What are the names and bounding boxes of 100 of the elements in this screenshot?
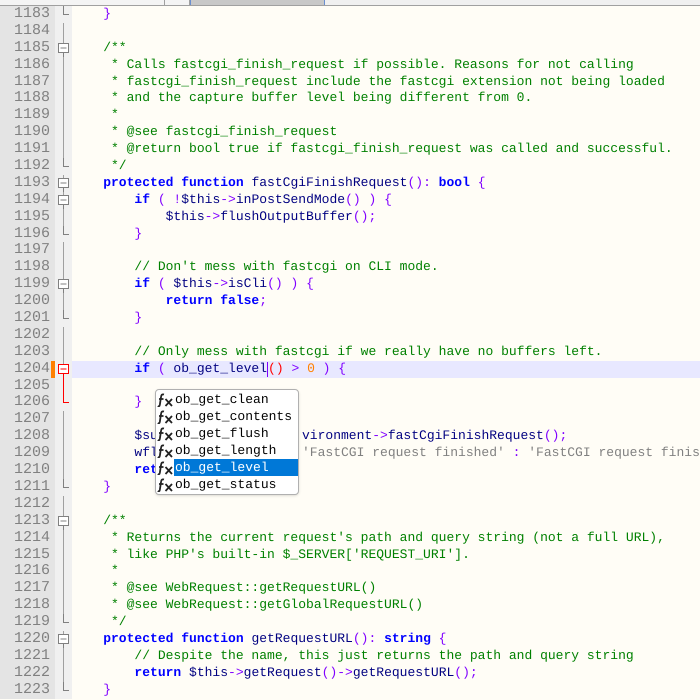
- code-token: (: [156, 360, 167, 378]
- code-token: ()->: [322, 664, 353, 682]
- fold-end-icon: [63, 226, 69, 235]
- code-token: ->: [204, 208, 220, 226]
- code-token: }: [133, 310, 142, 327]
- code-token: $this: [188, 664, 228, 682]
- code-comment: /**: [102, 40, 127, 57]
- code-token: ->: [220, 192, 236, 209]
- line-number: 1208: [14, 428, 50, 446]
- code-token: return false: [164, 293, 260, 310]
- code-token: if: [133, 276, 150, 294]
- code-comment: * @see fastcgi_finish_request: [110, 124, 338, 142]
- line-number: 1186: [14, 56, 50, 74]
- code-token: ():: [407, 174, 431, 192]
- code-token: ->: [372, 428, 388, 446]
- autocomplete-item[interactable]: ob_get_status: [157, 476, 298, 493]
- line-number: 1197: [14, 242, 50, 260]
- autocomplete-item[interactable]: ob_get_clean: [157, 391, 298, 408]
- code-token: ();: [352, 208, 376, 226]
- line-number: 1221: [14, 648, 50, 665]
- code-comment: * @return bool true if fastcgi_finish_request was called and successful.: [110, 141, 673, 158]
- code-token: return: [133, 664, 182, 682]
- code-token: wfl: [133, 445, 158, 462]
- line-number: 1220: [14, 630, 50, 648]
- code-token: 'FastCGI request finis: [528, 445, 700, 462]
- code-token: (): [268, 360, 284, 378]
- code-token: getRequest: [244, 664, 322, 682]
- editor-tab[interactable]: [165, 0, 190, 5]
- function-icon: [157, 478, 173, 492]
- line-number: 1200: [14, 293, 50, 310]
- code-comment: *: [110, 563, 119, 580]
- fold-end-icon: [63, 6, 69, 15]
- code-token: ;: [259, 293, 268, 310]
- line-number: 1216: [14, 563, 50, 580]
- fold-toggle-icon[interactable]: [58, 630, 69, 648]
- line-number: 1188: [14, 90, 50, 108]
- autocomplete-item[interactable]: ob_get_length: [157, 442, 298, 459]
- line-number: 1189: [14, 107, 50, 124]
- code-token: }: [102, 478, 112, 496]
- code-token: }: [133, 226, 142, 242]
- code-token: getRequestURL: [352, 664, 454, 682]
- line-number: 1192: [14, 158, 50, 175]
- code-comment: // Don't mess with fastcgi on CLI mode.: [133, 259, 439, 276]
- fold-toggle-icon[interactable]: [58, 360, 69, 378]
- line-number: 1219: [14, 614, 50, 631]
- code-token: 'FastCGI request finished': [302, 445, 505, 462]
- line-number: 1212: [14, 496, 50, 513]
- code-comment: */: [110, 614, 127, 631]
- code-token: ->: [228, 664, 244, 682]
- code-comment: * @see WebRequest::getRequestURL(): [110, 580, 376, 598]
- code-token: if: [133, 360, 150, 378]
- code-comment: * fastcgi_finish_request include the fastcgi extension not being loaded: [110, 74, 665, 90]
- fold-end-icon: [63, 310, 69, 320]
- fold-toggle-icon[interactable]: [58, 174, 69, 192]
- code-token: function: [180, 630, 244, 648]
- line-number: 1193: [14, 174, 50, 192]
- code-token: string: [383, 630, 431, 648]
- autocomplete-item[interactable]: ob_get_contents: [157, 408, 298, 425]
- line-number: 1187: [14, 74, 50, 90]
- line-number: 1183: [14, 6, 50, 23]
- fold-toggle-icon[interactable]: [58, 40, 69, 57]
- function-icon: [157, 392, 173, 406]
- code-comment: // Only mess with fastcgi if we really have no buffers left.: [133, 344, 602, 361]
- line-number: 1202: [14, 326, 50, 344]
- code-token: $this: [164, 208, 205, 226]
- line-number: 1196: [14, 226, 50, 242]
- code-token: :: [512, 445, 522, 462]
- code-token: bool: [438, 174, 470, 192]
- line-number: 1214: [14, 530, 50, 546]
- code-token: (: [156, 276, 167, 294]
- code-token: vironment: [302, 428, 372, 446]
- fold-end-icon: [63, 682, 69, 691]
- fold-toggle-icon[interactable]: [58, 512, 69, 530]
- line-number: 1203: [14, 344, 50, 361]
- fold-toggle-icon[interactable]: [58, 276, 69, 294]
- function-icon: [157, 444, 173, 458]
- code-token: ( !: [156, 192, 182, 209]
- code-comment: // Despite the name, this just returns the path and query string: [133, 648, 634, 665]
- code-token: }: [102, 682, 112, 699]
- line-number: 1217: [14, 580, 50, 598]
- line-number: 1184: [14, 22, 50, 40]
- function-icon: [157, 410, 173, 424]
- code-comment: * @see WebRequest::getGlobalRequestURL(): [110, 597, 424, 614]
- code-token: protected: [102, 174, 174, 192]
- line-number: 1198: [14, 259, 50, 276]
- code-comment: * Returns the current request's path and query string (not a full URL),: [110, 530, 665, 546]
- code-token: fastCgiFinishRequest: [250, 174, 408, 192]
- code-token: {: [476, 174, 486, 192]
- fold-toggle-icon[interactable]: [58, 192, 69, 209]
- line-number: 1204: [14, 360, 50, 378]
- line-number: 1206: [14, 394, 50, 412]
- code-comment: */: [110, 158, 127, 175]
- code-token: ) {: [322, 360, 346, 378]
- line-number: 1213: [14, 512, 50, 530]
- fold-end-icon: [63, 158, 69, 168]
- code-comment: *: [110, 107, 119, 124]
- line-number: 1222: [14, 664, 50, 682]
- code-token: ();: [544, 428, 568, 446]
- line-number: 1205: [14, 378, 50, 394]
- autocomplete-item[interactable]: ob_get_flush: [157, 425, 298, 442]
